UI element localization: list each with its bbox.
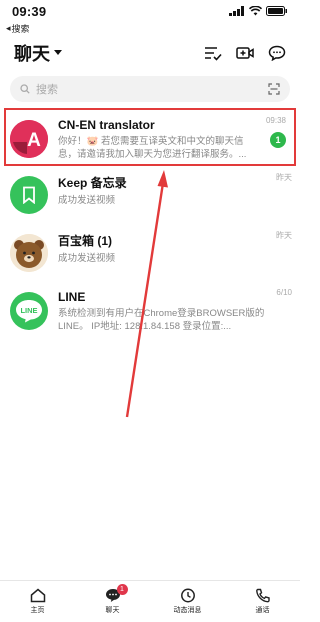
tab-home[interactable]: 主页 xyxy=(0,581,75,622)
chat-message: 成功发送视频 xyxy=(58,253,116,264)
chat-time: 昨天 xyxy=(276,173,292,182)
battery-icon xyxy=(266,6,287,16)
brown-bear-avatar-icon xyxy=(10,234,48,272)
avatar: LINE xyxy=(10,292,48,330)
line-logo-icon: LINE xyxy=(16,300,42,323)
signal-icon xyxy=(229,6,244,16)
back-link[interactable]: ◂ 搜索 xyxy=(0,22,300,34)
bottom-tab-bar: 主页 1 聊天 动态消息 通话 xyxy=(0,580,300,622)
video-call-icon[interactable] xyxy=(236,45,254,61)
home-icon xyxy=(30,588,45,603)
chat-name: 百宝箱 (1) xyxy=(58,234,113,248)
status-icons xyxy=(229,6,288,16)
translator-avatar-icon: A xyxy=(10,120,48,158)
search-icon xyxy=(20,84,30,94)
header: 聊天 xyxy=(0,38,300,68)
status-time: 09:39 xyxy=(12,3,47,19)
tab-label: 动态消息 xyxy=(173,607,202,614)
scan-icon[interactable] xyxy=(268,83,280,95)
tab-badge: 1 xyxy=(116,584,128,595)
chat-message: 成功发送视频 xyxy=(58,195,116,206)
chat-name: CN-EN translator xyxy=(58,118,155,132)
bookmark-icon xyxy=(23,186,35,204)
edit-list-icon[interactable] xyxy=(204,45,222,61)
back-arrow-icon: ◂ xyxy=(6,22,11,33)
unread-badge: 1 xyxy=(270,132,286,148)
tab-label: 通话 xyxy=(255,607,270,614)
chevron-down-icon xyxy=(54,50,62,55)
tab-label: 主页 xyxy=(30,607,45,614)
chat-time: 昨天 xyxy=(276,231,292,240)
avatar-letter: A xyxy=(27,130,41,151)
wifi-icon xyxy=(249,6,262,16)
back-label: 搜索 xyxy=(11,23,30,34)
chat-message: 你好！🐷 若您需要互译英文和中文的聊天信息，请邀请我加入聊天为您进行翻译服务。.… xyxy=(58,136,247,160)
tab-timeline[interactable]: 动态消息 xyxy=(150,581,225,622)
chat-title-dropdown[interactable]: 聊天 xyxy=(14,40,62,66)
chat-time: 09:38 xyxy=(265,116,286,125)
chat-item-keep-memo[interactable]: Keep 备忘录 成功发送视频 昨天 xyxy=(0,166,300,224)
status-bar: 09:39 xyxy=(0,0,300,22)
chat-item-cn-en-translator[interactable]: A CN-EN translator 你好！🐷 若您需要互译英文和中文的聊天信息… xyxy=(4,108,296,166)
tab-calls[interactable]: 通话 xyxy=(225,581,300,622)
chat-item-line[interactable]: LINE LINE 系统检测到有用户在Chrome登录BROWSER版的LINE… xyxy=(0,282,300,340)
chat-name: Keep 备忘录 xyxy=(58,176,127,190)
tab-label: 聊天 xyxy=(105,607,120,614)
chat-item-treasure-box[interactable]: 百宝箱 (1) 成功发送视频 昨天 xyxy=(0,224,300,282)
chat-time: 6/10 xyxy=(276,288,292,297)
line-logo-text: LINE xyxy=(20,306,37,315)
chat-name: LINE xyxy=(58,290,86,304)
phone-icon xyxy=(255,588,270,603)
search-placeholder: 搜索 xyxy=(36,84,58,96)
header-actions xyxy=(204,45,286,61)
avatar xyxy=(10,176,48,214)
chat-list: A CN-EN translator 你好！🐷 若您需要互译英文和中文的聊天信息… xyxy=(0,108,300,340)
search-bar[interactable]: 搜索 xyxy=(10,76,290,102)
clock-icon xyxy=(180,588,195,603)
new-chat-icon[interactable] xyxy=(268,45,286,61)
chat-message: 系统检测到有用户在Chrome登录BROWSER版的LINE。 IP地址: 12… xyxy=(58,308,265,332)
tab-chats[interactable]: 1 聊天 xyxy=(75,581,150,622)
avatar: A xyxy=(10,120,48,158)
page-title: 聊天 xyxy=(14,44,50,64)
avatar xyxy=(10,234,48,272)
